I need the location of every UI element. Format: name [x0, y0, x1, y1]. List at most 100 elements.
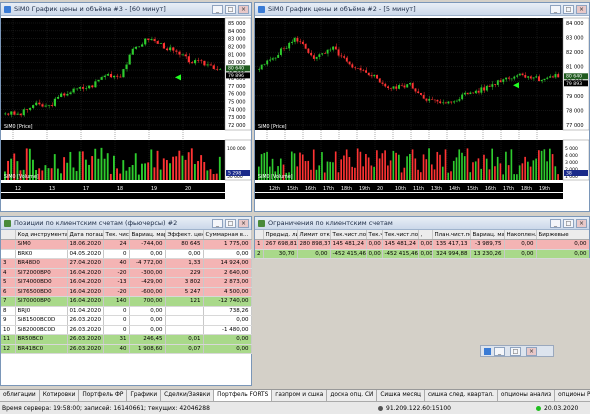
workspace-tab[interactable]: Портфель FORTS	[214, 390, 273, 401]
maximize-button[interactable]: □	[225, 218, 236, 228]
candle-body	[137, 46, 141, 48]
workspace-tab[interactable]: облигации	[0, 390, 40, 401]
limit-cell: 0,00	[297, 249, 331, 259]
column-header[interactable]	[255, 230, 264, 240]
candle-body	[461, 94, 464, 100]
workspace-tab[interactable]: Котировки	[39, 390, 80, 401]
column-header[interactable]: ,	[418, 230, 433, 240]
workspace-tab[interactable]: опционы анализ	[497, 390, 556, 401]
volume-bar	[414, 158, 417, 180]
price-tick-label: 75 000	[228, 99, 246, 105]
column-header[interactable]: Код инструмента	[15, 230, 68, 240]
position-row[interactable]: 5 SI74000BD0 16.04.2020 -13 -429,00 3 802 2 87…	[1, 277, 252, 288]
price-panel	[1, 18, 225, 130]
volume-bar	[505, 151, 507, 180]
candle-body	[340, 55, 343, 57]
candle-body	[7, 113, 10, 115]
limits-titlebar[interactable]: Ограничения по клиентским счетам _ □ ×	[255, 217, 589, 230]
candle-body	[156, 41, 159, 44]
workspace-tab[interactable]: доска опц. СИ	[327, 390, 378, 401]
position-row[interactable]: BRK0 04.05.2020 0 0,00 0,00 0,00	[1, 249, 252, 259]
column-header[interactable]: Тек.чист.поз.	[330, 230, 367, 240]
column-header[interactable]: Вариац. маржа	[129, 230, 166, 240]
workspace-tab[interactable]: Сделки/Заявки	[161, 390, 215, 401]
chart-60min[interactable]: 85 00084 00083 00082 00081 00080 00079 0…	[1, 16, 251, 211]
chart-window-title: SiM0 График цены и объёма #2 - [5 минут]	[268, 5, 416, 13]
workspace-tab[interactable]: Сишка месяц	[377, 390, 425, 401]
server-address: 91.209.122.60:15100	[386, 404, 452, 412]
column-header[interactable]: Вариац. маржа	[470, 230, 505, 240]
maximize-button[interactable]: □	[563, 4, 574, 14]
position-row[interactable]: 6 SI76500BD0 16.04.2020 -20 -600,00 5 247 4 50…	[1, 287, 252, 297]
candle-body	[122, 69, 125, 78]
price-tick-label: 76 000	[228, 92, 246, 98]
maximize-button[interactable]: □	[510, 346, 521, 356]
volume-bar	[483, 154, 485, 180]
position-row[interactable]: 12 BR41BC0 26.03.2020 40 1 908,60 0,07 0,00	[1, 344, 252, 354]
candle-body	[181, 54, 184, 56]
limit-row[interactable]: 1 267 698,81 280 898,37 145 481,24 0,00 145 4…	[255, 239, 589, 250]
minimize-button[interactable]: _	[494, 346, 505, 356]
cell-price: 3 802	[165, 277, 204, 288]
cell-code: BR50BC0	[15, 334, 68, 345]
close-button[interactable]: ×	[238, 218, 249, 228]
minimize-button[interactable]: _	[550, 4, 561, 14]
column-header[interactable]: Тек.чист.	[366, 230, 383, 240]
position-row[interactable]: 11 BR50BC0 26.03.2020 31 246,45 0,01 0,00	[1, 334, 252, 345]
volume-bar	[348, 157, 351, 180]
minimize-button[interactable]: _	[550, 218, 561, 228]
column-header[interactable]: Биржевые	[536, 230, 589, 240]
chart-5min[interactable]: 84 00083 00082 00081 00080 00079 00078 0…	[255, 16, 589, 211]
position-row[interactable]: 10 Si82000BC0D 26.03.2020 0 0,00 -1 480,00	[1, 325, 252, 335]
position-row[interactable]: 7 SI70000BP0 16.04.2020 140 700,00 121 -12 740…	[1, 296, 252, 307]
position-row[interactable]: 8 BRJ0 01.04.2020 0 0,00 738,26	[1, 306, 252, 316]
minimize-button[interactable]: _	[212, 4, 223, 14]
workspace-tab[interactable]: Портфель ФР	[79, 390, 128, 401]
volume-bar	[543, 149, 546, 180]
position-row[interactable]: 9 Si81500BC0D 26.03.2020 0 0,00 0,00	[1, 315, 252, 326]
column-header[interactable]: Эффект. цена	[165, 230, 204, 240]
cell-sum: 1 775,00	[203, 239, 252, 250]
column-header[interactable]: Лимит откр. п	[297, 230, 331, 240]
candle-body	[268, 59, 271, 61]
column-header[interactable]: Тек.чист.поз. (	[382, 230, 419, 240]
volume-bar	[488, 169, 491, 180]
candle-body	[307, 48, 310, 53]
chart-window-60min-titlebar[interactable]: SiM0 График цены и объёма #3 - [60 минут…	[1, 3, 251, 16]
position-row[interactable]: 3 BR48D0 27.04.2020 40 -4 772,00 1,33 14 924,0…	[1, 258, 252, 269]
close-button[interactable]: ×	[576, 4, 587, 14]
candle-body	[406, 84, 409, 88]
workspace-tab[interactable]: опционы РТС	[555, 390, 590, 401]
column-header[interactable]: Суммарная в...	[203, 230, 252, 240]
limit-cell: 0,00	[418, 239, 433, 250]
column-header[interactable]: План.чист.поз.	[432, 230, 471, 240]
workspace-tab[interactable]: газпром и сшка	[272, 390, 328, 401]
workspace-tab[interactable]: сишка след. квартал.	[424, 390, 498, 401]
positions-titlebar[interactable]: Позиции по клиентским счетам (фьючерсы) …	[1, 217, 251, 230]
volume-bar	[137, 174, 140, 180]
candle-body	[496, 80, 499, 85]
close-button[interactable]: ×	[238, 4, 249, 14]
time-tick-label: 12th	[269, 186, 280, 192]
column-header[interactable]: Предыд. лимит	[263, 230, 298, 240]
column-header[interactable]: Накоплен. д.	[504, 230, 537, 240]
limit-row[interactable]: 2 30,70 0,00 -452 415,46 0,00 -452 415,46 0,00…	[255, 249, 589, 259]
close-button[interactable]: ×	[576, 218, 587, 228]
close-button[interactable]: ×	[526, 346, 537, 356]
cell-price: 0,00	[165, 249, 204, 259]
chart-window-5min-titlebar[interactable]: SiM0 График цены и объёма #2 - [5 минут]…	[255, 3, 589, 16]
volume-bar	[334, 151, 337, 180]
column-header[interactable]: Тек. чист. поз.	[103, 230, 130, 240]
volume-bar	[485, 158, 488, 180]
volume-bar	[480, 168, 483, 180]
column-header[interactable]: Дата погашения	[67, 230, 104, 240]
workspace-tab[interactable]: Графики	[127, 390, 162, 401]
position-row[interactable]: 4 SI72000BP0 16.04.2020 -20 -300,00 229 2 640,…	[1, 268, 252, 278]
maximize-button[interactable]: □	[563, 218, 574, 228]
volume-bar	[419, 172, 422, 180]
candle-body	[332, 46, 335, 50]
volume-bar	[44, 165, 47, 180]
minimize-button[interactable]: _	[212, 218, 223, 228]
position-row[interactable]: SiM0 18.06.2020 24 -744,00 80 645 1 775,00	[1, 239, 252, 250]
maximize-button[interactable]: □	[225, 4, 236, 14]
